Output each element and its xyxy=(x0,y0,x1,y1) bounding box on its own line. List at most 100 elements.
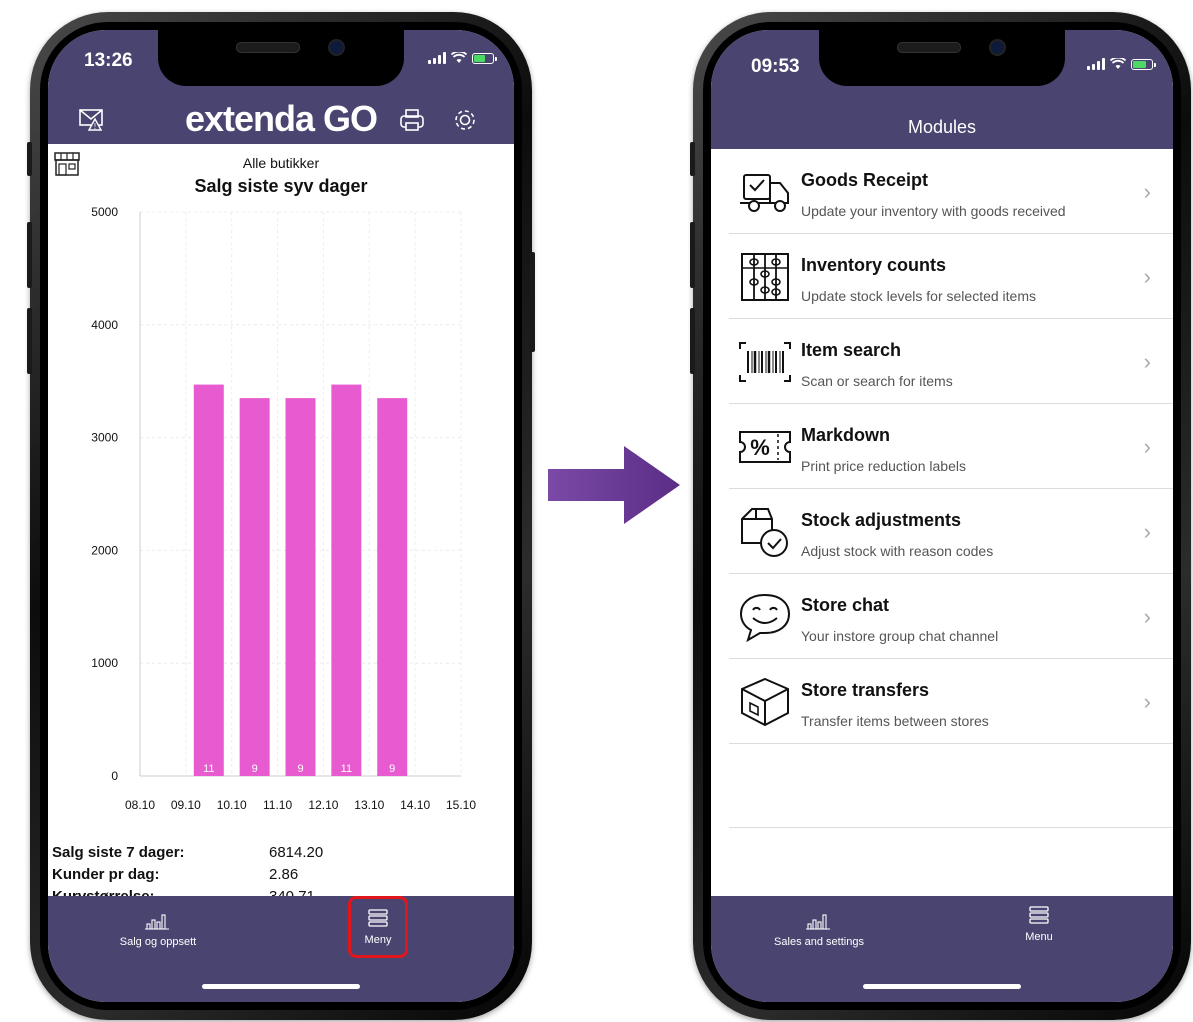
package-icon xyxy=(741,677,789,727)
chart-bar xyxy=(331,384,362,776)
module-desc: Update stock levels for selected items xyxy=(801,288,1036,304)
y-tick-label: 0 xyxy=(111,769,118,783)
y-tick-label: 5000 xyxy=(91,205,118,219)
chart-bar xyxy=(239,398,270,776)
y-tick-label: 1000 xyxy=(91,656,118,670)
x-tick-label: 15.10 xyxy=(446,798,476,812)
status-time: 09:53 xyxy=(751,56,800,77)
x-tick-label: 10.10 xyxy=(217,798,247,812)
volume-down-button xyxy=(27,308,32,374)
sales-bar-chart: 0 1000 2000 3000 4000 5000 08.10 09.10 10.10 11.1… xyxy=(91,205,476,812)
tab-bar: Sales and settings Menu xyxy=(711,896,1173,1002)
notch xyxy=(158,30,404,86)
module-goods-receipt[interactable]: Goods Receipt Update your inventory with… xyxy=(729,149,1173,234)
battery-icon xyxy=(1131,58,1156,70)
tab-sales-settings[interactable]: Salg og oppsett xyxy=(108,910,208,948)
chat-smile-icon xyxy=(739,593,791,643)
page-title: Modules xyxy=(907,117,977,137)
module-title: Inventory counts xyxy=(801,255,947,275)
bar-chart-icon xyxy=(806,914,830,930)
wifi-icon xyxy=(451,52,467,63)
gear-icon[interactable] xyxy=(451,106,483,138)
tab-menu[interactable]: Menu xyxy=(1009,905,1069,943)
bar-data-label: 9 xyxy=(389,763,395,775)
chevron-right-icon: › xyxy=(1143,179,1151,204)
signal-icon xyxy=(428,52,446,64)
module-title: Store chat xyxy=(801,595,890,615)
x-tick-label: 13.10 xyxy=(354,798,384,812)
chart-bar xyxy=(377,398,408,776)
left-phone: 13:26 ! extenda GO Alle butikker Salg si… xyxy=(27,12,535,1020)
module-desc: Update your inventory with goods receive… xyxy=(801,203,1066,219)
extenda-go-logo: extenda GO xyxy=(184,98,378,139)
chart-bar xyxy=(285,398,316,776)
printer-icon[interactable] xyxy=(398,106,430,138)
mute-switch xyxy=(27,142,32,176)
x-tick-label: 11.10 xyxy=(263,798,292,812)
modules-list: Goods Receipt Update your inventory with… xyxy=(729,149,1173,828)
menu-icon xyxy=(1029,906,1049,924)
stat-row-customers: Kunder pr dag: 2.86 xyxy=(52,866,299,883)
bar-data-label: 9 xyxy=(297,763,303,775)
tab-menu[interactable]: Meny xyxy=(348,896,408,958)
right-phone: 09:53 Modules Goods Receipt Update your … xyxy=(690,12,1191,1020)
abacus-icon xyxy=(741,253,789,301)
chevron-right-icon: › xyxy=(1143,519,1151,544)
y-tick-label: 4000 xyxy=(91,318,118,332)
chart-bar xyxy=(193,384,224,776)
stat-row-sales: Salg siste 7 dager: 6814.20 xyxy=(52,844,324,861)
battery-icon xyxy=(472,52,497,64)
wifi-icon xyxy=(1110,58,1126,69)
barcode-scan-icon xyxy=(739,342,791,382)
module-markdown[interactable]: % Markdown Print price reduction labels … xyxy=(729,404,1173,489)
module-desc: Transfer items between stores xyxy=(801,713,989,729)
module-store-transfers[interactable]: Store transfers Transfer items between s… xyxy=(729,659,1173,744)
module-stock-adjustments[interactable]: Stock adjustments Adjust stock with reas… xyxy=(729,489,1173,574)
module-desc: Scan or search for items xyxy=(801,373,953,389)
right-screen: 09:53 Modules Goods Receipt Update your … xyxy=(711,30,1173,1002)
bar-data-label: 11 xyxy=(203,763,214,775)
home-indicator[interactable] xyxy=(863,984,1021,989)
y-tick-label: 2000 xyxy=(91,543,118,557)
chevron-right-icon: › xyxy=(1143,434,1151,459)
module-inventory-counts[interactable]: Inventory counts Update stock levels for… xyxy=(729,234,1173,319)
discount-ticket-icon: % xyxy=(739,431,791,463)
mute-switch xyxy=(690,142,695,176)
module-title: Stock adjustments xyxy=(801,510,962,530)
module-title: Markdown xyxy=(801,425,891,445)
notch xyxy=(819,30,1065,86)
module-store-chat[interactable]: Store chat Your instore group chat chann… xyxy=(729,574,1173,659)
box-check-icon xyxy=(741,508,788,557)
menu-icon xyxy=(368,909,388,927)
module-desc: Print price reduction labels xyxy=(801,458,966,474)
chevron-right-icon: › xyxy=(1143,689,1151,714)
left-screen: 13:26 ! extenda GO Alle butikker Salg si… xyxy=(48,30,514,1002)
x-tick-label: 08.10 xyxy=(125,798,155,812)
status-time: 13:26 xyxy=(84,50,133,71)
chevron-right-icon: › xyxy=(1143,264,1151,289)
chevron-right-icon: › xyxy=(1143,349,1151,374)
x-tick-label: 12.10 xyxy=(308,798,338,812)
module-title: Store transfers xyxy=(801,680,930,700)
tab-sales-settings[interactable]: Sales and settings xyxy=(769,910,869,948)
x-tick-label: 14.10 xyxy=(400,798,430,812)
module-title: Item search xyxy=(801,340,902,360)
svg-text:%: % xyxy=(750,435,770,460)
bar-data-label: 9 xyxy=(252,763,258,775)
module-item-search[interactable]: Item search Scan or search for items › xyxy=(729,319,1173,404)
module-desc: Adjust stock with reason codes xyxy=(801,543,994,559)
list-divider xyxy=(729,827,1173,828)
tab-bar: Salg og oppsett Meny xyxy=(48,896,514,1002)
x-tick-label: 09.10 xyxy=(171,798,201,812)
bar-chart-icon xyxy=(145,914,169,930)
volume-up-button xyxy=(690,222,695,288)
module-desc: Your instore group chat channel xyxy=(801,628,999,644)
chevron-right-icon: › xyxy=(1143,604,1151,629)
bar-data-label: 11 xyxy=(341,763,352,775)
home-indicator[interactable] xyxy=(202,984,360,989)
chart-panel: Alle butikker Salg siste syv dager 0 1000… xyxy=(48,144,514,912)
module-title: Goods Receipt xyxy=(801,170,929,190)
volume-up-button xyxy=(27,222,32,288)
volume-down-button xyxy=(690,308,695,374)
transition-arrow-icon xyxy=(548,446,680,524)
